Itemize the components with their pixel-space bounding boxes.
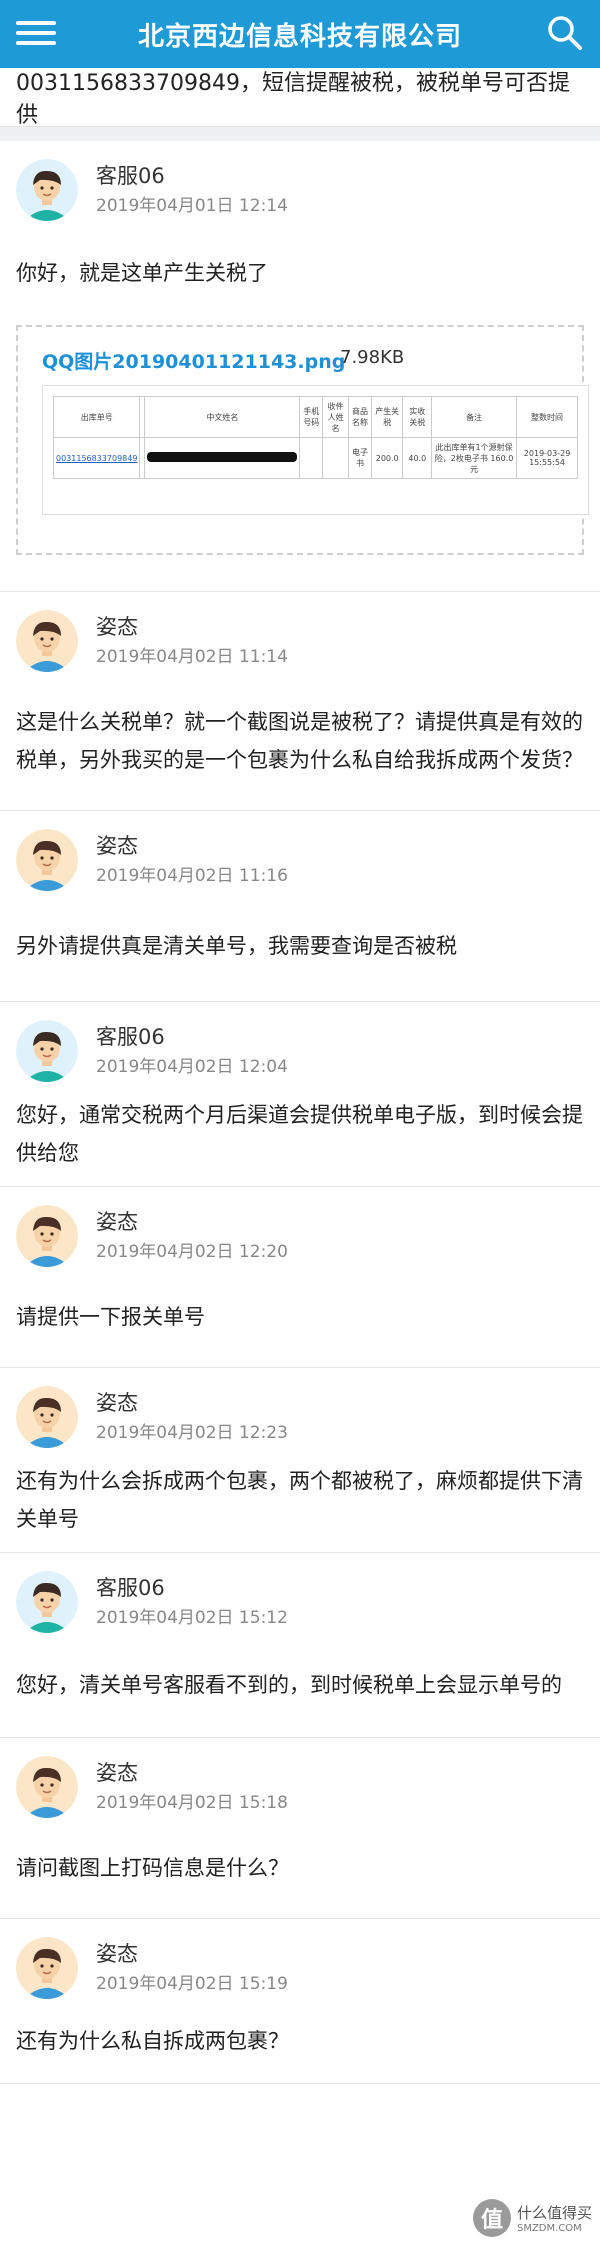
user-avatar <box>16 829 78 891</box>
thumb-cell: 200.0 <box>370 437 404 479</box>
message-timestamp: 2019年04月01日 12:14 <box>96 196 288 216</box>
message-text: 另外请提供真是清关单号，我需要查询是否被税 <box>16 934 457 958</box>
ticket-subject: 0031156833709849，短信提醒被税，被税单号可否提供 <box>0 68 600 128</box>
message-item: 姿态 2019年04月02日 15:19 还有为什么私自拆成两包裹？ <box>0 1919 600 2084</box>
message-text: 这是什么关税单？就一个截图说是被税了？请提供真是有效的税单，另外我买的是一个包裹… <box>16 710 583 772</box>
thumb-cell: 电子书 <box>348 437 372 479</box>
message-thread: 客服06 2019年04月01日 12:14 你好，就是这单产生关税了 QQ图片201… <box>0 141 600 2084</box>
thumb-header-cell: 出库单号 <box>52 396 141 438</box>
divider <box>0 127 600 141</box>
user-avatar <box>16 1756 78 1818</box>
sender-name: 姿态 <box>96 1761 138 1785</box>
sender-name: 客服06 <box>96 1576 165 1600</box>
smzdm-logo: 值 <box>472 2199 511 2237</box>
message-timestamp: 2019年04月02日 11:14 <box>96 647 288 667</box>
message-item: 姿态 2019年04月02日 12:20 请提供一下报关单号 <box>0 1187 600 1368</box>
thumb-cell: 0031156833709849 <box>52 437 141 479</box>
thumb-cell: 40.0 <box>402 437 433 479</box>
thumb-header-cell: 产生关税 <box>370 396 404 438</box>
sender-name: 姿态 <box>96 1391 138 1415</box>
message-timestamp: 2019年04月02日 15:19 <box>96 1974 288 1994</box>
service-avatar <box>16 159 78 221</box>
thumb-header-cell: 商品名称 <box>348 396 372 438</box>
attachment-thumbnail[interactable]: 出库单号 中文姓名 手机号码 收件人姓名 商品名称 产生关税 实收关税 备注 整数时间 00311… <box>42 385 589 515</box>
menu-icon[interactable] <box>16 15 56 53</box>
sender-name: 姿态 <box>96 1942 138 1966</box>
message-timestamp: 2019年04月02日 12:04 <box>96 1057 288 1077</box>
sender-name: 客服06 <box>96 164 165 188</box>
message-text: 你好，就是这单产生关税了 <box>16 261 268 285</box>
thumb-header-cell: 实收关税 <box>402 396 433 438</box>
page-title: 北京西边信息科技有限公司 <box>137 21 462 52</box>
sender-name: 姿态 <box>96 834 138 858</box>
message-timestamp: 2019年04月02日 15:18 <box>96 1793 288 1813</box>
sender-name: 客服06 <box>96 1025 165 1049</box>
attachment-card: QQ图片20190401121143.png 7.98KB 出库单号 中文姓名 手机号码… <box>16 325 589 555</box>
user-avatar <box>16 1205 78 1267</box>
message-timestamp: 2019年04月02日 12:23 <box>96 1423 288 1443</box>
thumb-header-cell: 收件人姓名 <box>322 396 350 438</box>
message-item: 姿态 2019年04月02日 11:14 这是什么关税单？就一个截图说是被税了？请提… <box>0 592 600 811</box>
message-item: 客服06 2019年04月02日 15:12 您好，清关单号客服看不到的，到时候税单… <box>0 1553 600 1738</box>
thumb-cell <box>144 437 301 479</box>
message-item: 姿态 2019年04月02日 12:23 还有为什么会拆成两个包裹，两个都被税了，麻… <box>0 1368 600 1553</box>
attachment-filename-link[interactable]: QQ图片20190401121143.png <box>42 347 345 374</box>
message-timestamp: 2019年04月02日 15:12 <box>96 1608 288 1628</box>
message-timestamp: 2019年04月02日 11:16 <box>96 866 288 886</box>
message-item: 姿态 2019年04月02日 11:16 另外请提供真是清关单号，我需要查询是否被税 <box>0 811 600 1002</box>
search-icon[interactable] <box>546 14 584 52</box>
message-timestamp: 2019年04月02日 12:20 <box>96 1242 288 1262</box>
thumb-cell <box>322 437 350 479</box>
message-item: 客服06 2019年04月02日 12:04 您好，通常交税两个月后渠道会提供税单电… <box>0 1002 600 1187</box>
thumb-cell: 此出库单有1个源射保险，2枚电子书 160.0元 <box>431 437 518 479</box>
user-avatar <box>16 1937 78 1999</box>
watermark-title: 什么值得买 <box>516 2204 592 2222</box>
message-item: 客服06 2019年04月01日 12:14 你好，就是这单产生关税了 QQ图片201… <box>0 141 600 592</box>
message-item: 姿态 2019年04月02日 15:18 请问截图上打码信息是什么？ <box>0 1738 600 1919</box>
message-text: 还有为什么私自拆成两包裹？ <box>16 2029 289 2053</box>
message-text: 请提供一下报关单号 <box>16 1305 205 1329</box>
sender-name: 姿态 <box>96 1210 138 1234</box>
thumb-cell <box>299 437 324 479</box>
watermark-url: SMZDM.COM <box>516 2223 582 2234</box>
user-avatar <box>16 1386 78 1448</box>
service-avatar <box>16 1020 78 1082</box>
message-text: 您好，通常交税两个月后渠道会提供税单电子版，到时候会提供给您 <box>16 1103 583 1165</box>
attachment-size: 7.98KB <box>340 347 405 368</box>
thumb-header-cell: 中文姓名 <box>144 396 301 438</box>
message-text: 您好，清关单号客服看不到的，到时候税单上会显示单号的 <box>16 1673 562 1697</box>
thumb-cell: 2019-03-29 15:55:54 <box>516 437 578 479</box>
thumb-header-cell: 整数时间 <box>516 396 578 438</box>
thumb-header-cell: 手机号码 <box>299 396 324 438</box>
sender-name: 姿态 <box>96 615 138 639</box>
message-text: 请问截图上打码信息是什么？ <box>16 1856 289 1880</box>
user-avatar <box>16 610 78 672</box>
smzdm-watermark: 值 什么值得买 SMZDM.COM <box>472 2199 592 2237</box>
redaction-mask <box>147 452 298 462</box>
service-avatar <box>16 1571 78 1633</box>
thumb-header-cell: 备注 <box>431 396 518 438</box>
app-header: 北京西边信息科技有限公司 <box>0 0 600 68</box>
message-text: 还有为什么会拆成两个包裹，两个都被税了，麻烦都提供下清关单号 <box>16 1469 583 1531</box>
